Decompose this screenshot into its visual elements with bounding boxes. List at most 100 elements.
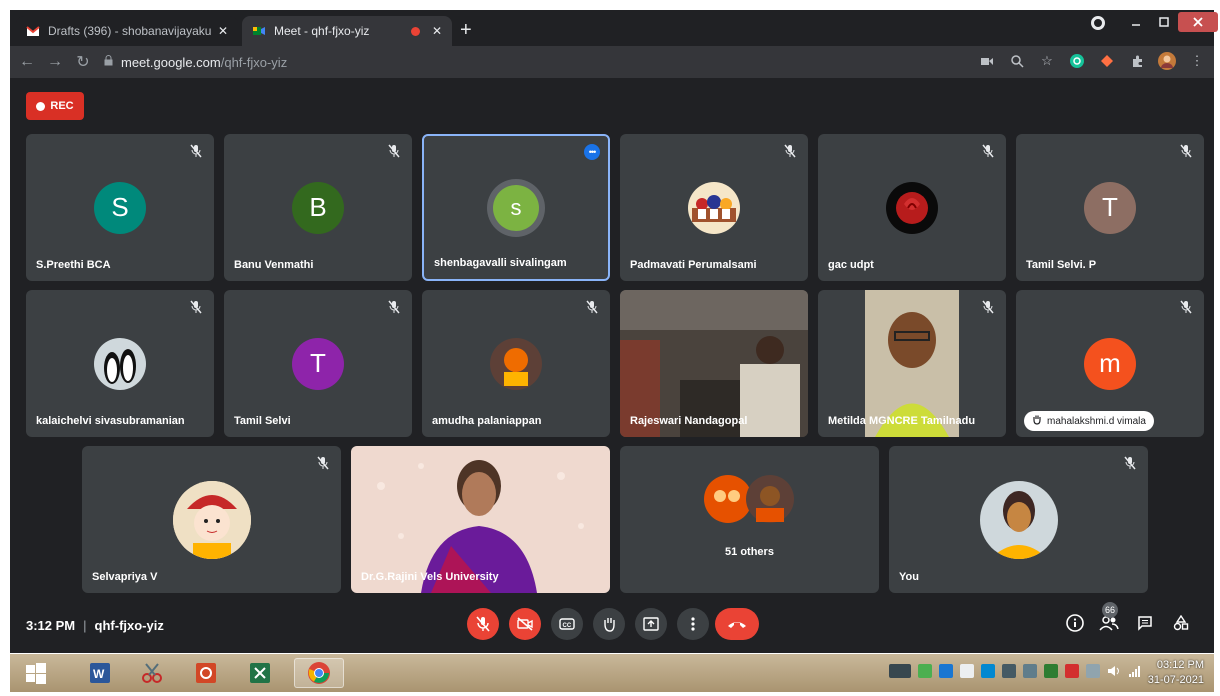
chrome-app-icon[interactable] — [294, 658, 344, 688]
self-tile[interactable]: You — [889, 446, 1148, 593]
word-app-icon[interactable]: W — [80, 658, 120, 688]
close-tab-icon[interactable]: ✕ — [432, 24, 442, 38]
meet-icon — [252, 24, 266, 38]
participant-tile[interactable]: amudha palaniappan — [422, 290, 610, 437]
close-window-icon[interactable] — [1178, 12, 1218, 32]
snipping-tool-icon[interactable] — [132, 658, 172, 688]
participant-name: Padmavati Perumalsami — [630, 259, 757, 271]
tray-app-icon[interactable] — [939, 664, 953, 678]
maximize-icon[interactable] — [1150, 12, 1178, 32]
muted-mic-icon — [982, 300, 994, 314]
participant-tile[interactable]: Selvapriya V — [82, 446, 341, 593]
group-photo — [704, 475, 794, 523]
tab-meet[interactable]: Meet - qhf-fjxo-yiz ✕ — [242, 16, 452, 46]
recording-button[interactable]: REC — [26, 92, 84, 120]
participant-tile[interactable]: Padmavati Perumalsami — [620, 134, 808, 281]
muted-mic-icon — [982, 144, 994, 158]
participant-tile-video[interactable]: Dr.G.Rajini Vels University — [351, 446, 610, 593]
tray-app-icon[interactable] — [1065, 664, 1079, 678]
leave-call-button[interactable] — [715, 608, 759, 640]
participant-tile-active[interactable]: ••• s shenbagavalli sivalingam — [422, 134, 610, 281]
tray-app-icon[interactable] — [1002, 664, 1016, 678]
participant-tile[interactable]: gac udpt — [818, 134, 1006, 281]
captions-button[interactable]: CC — [551, 608, 583, 640]
more-options-button[interactable] — [677, 608, 709, 640]
separator: | — [83, 618, 87, 633]
participant-tile-video[interactable]: Metilda MGNCRE Tamilnadu — [818, 290, 1006, 437]
present-screen-button[interactable] — [635, 608, 667, 640]
participant-name: Rajeswari Nandagopal — [630, 415, 748, 427]
start-button[interactable] — [16, 658, 56, 688]
windows-logo-icon — [26, 663, 46, 684]
tray-app-icon[interactable] — [1023, 664, 1037, 678]
camera-in-use-icon[interactable] — [978, 52, 996, 70]
minimize-icon[interactable] — [1122, 12, 1150, 32]
participants-button[interactable]: 66 — [1098, 602, 1120, 634]
meeting-code[interactable]: qhf-fjxo-yiz — [95, 618, 164, 633]
more-options-icon[interactable]: ••• — [584, 144, 600, 160]
participant-tile-video[interactable]: Rajeswari Nandagopal — [620, 290, 808, 437]
participant-tile[interactable]: m mahalakshmi.d vimala — [1016, 290, 1204, 437]
penguins-photo — [94, 337, 146, 390]
volume-icon[interactable] — [1107, 664, 1121, 678]
tray-app-icon[interactable] — [981, 664, 995, 678]
participant-name: shenbagavalli sivalingam — [434, 257, 567, 269]
bookmark-star-icon[interactable]: ☆ — [1038, 52, 1056, 70]
chat-button[interactable] — [1134, 612, 1156, 634]
new-tab-button[interactable]: + — [460, 20, 472, 40]
tray-app-icon[interactable] — [960, 664, 974, 678]
meeting-controls-bar: 3:12 PM | qhf-fjxo-yiz CC 66 — [10, 598, 1214, 653]
keyboard-icon[interactable] — [889, 664, 911, 678]
browser-profile-icon[interactable] — [1091, 16, 1105, 30]
activities-button[interactable] — [1170, 612, 1192, 634]
participant-tile[interactable]: S S.Preethi BCA — [26, 134, 214, 281]
participant-tile[interactable]: T Tamil Selvi. P — [1016, 134, 1204, 281]
powerpoint-app-icon[interactable] — [186, 658, 226, 688]
participant-tile[interactable]: kalaichelvi sivasubramanian — [26, 290, 214, 437]
action-center-icon[interactable] — [1086, 664, 1100, 678]
krishna-photo — [172, 480, 251, 559]
rose-photo — [886, 181, 938, 234]
reload-icon[interactable]: ↻ — [72, 52, 94, 72]
meeting-details-button[interactable] — [1064, 612, 1086, 634]
windows-taskbar: W 03:12 PM 31-07-2021 — [10, 654, 1214, 692]
excel-app-icon[interactable] — [240, 658, 280, 688]
window-controls — [1122, 10, 1218, 34]
participant-avatar: s — [493, 184, 539, 231]
raised-hand-icon — [1032, 414, 1042, 428]
chat-icon — [1138, 616, 1152, 631]
camera-toggle-button[interactable] — [509, 608, 541, 640]
back-icon[interactable]: ← — [16, 53, 38, 71]
tab-title: Meet - qhf-fjxo-yiz — [274, 24, 370, 38]
mic-toggle-button[interactable] — [467, 608, 499, 640]
url-field[interactable]: meet.google.com/qhf-fjxo-yiz — [104, 55, 287, 70]
tray-app-icon[interactable] — [1044, 664, 1058, 678]
participant-name: Metilda MGNCRE Tamilnadu — [828, 415, 976, 427]
close-tab-icon[interactable]: ✕ — [218, 24, 228, 38]
present-icon — [643, 617, 659, 631]
ganesha-photo — [490, 337, 542, 390]
browser-menu-icon[interactable]: ⋮ — [1188, 52, 1206, 70]
signal-icon[interactable] — [1128, 664, 1142, 678]
activities-icon — [1173, 615, 1189, 631]
tab-gmail[interactable]: Drafts (396) - shobanavijayakum ✕ — [16, 16, 238, 46]
grammarly-extension-icon[interactable] — [1068, 52, 1086, 70]
others-tile[interactable]: 51 others — [620, 446, 879, 593]
participant-tile[interactable]: T Tamil Selvi — [224, 290, 412, 437]
captions-icon: CC — [559, 618, 575, 630]
extensions-puzzle-icon[interactable] — [1128, 52, 1146, 70]
participant-name: Banu Venmathi — [234, 259, 314, 271]
forward-icon[interactable]: → — [44, 53, 66, 71]
participant-tile[interactable]: B Banu Venmathi — [224, 134, 412, 281]
system-clock[interactable]: 03:12 PM 31-07-2021 — [1148, 658, 1204, 688]
gmail-icon — [26, 24, 40, 38]
tray-app-icon[interactable] — [918, 664, 932, 678]
participant-avatar: m — [1084, 337, 1136, 390]
raise-hand-button[interactable] — [593, 608, 625, 640]
profile-avatar-icon[interactable] — [1158, 52, 1176, 70]
zoom-icon[interactable] — [1008, 52, 1026, 70]
participant-name: Tamil Selvi. P — [1026, 259, 1097, 271]
participant-name: amudha palaniappan — [432, 415, 542, 427]
extension-icon[interactable] — [1098, 52, 1116, 70]
svg-text:W: W — [93, 667, 105, 681]
